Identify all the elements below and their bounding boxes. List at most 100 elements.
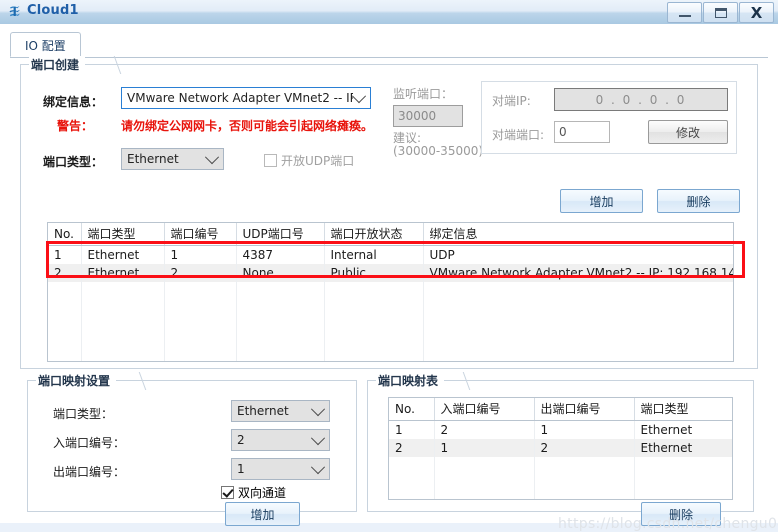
cell-state: Internal — [324, 245, 424, 264]
port-table-col-no[interactable]: No. — [48, 223, 82, 246]
add-port-button[interactable]: 增加 — [560, 189, 643, 213]
port-map-table-group: 端口映射表 No. 入端口编号 出端口编号 端口类型 1 2 1 Etherne… — [367, 372, 754, 512]
cell-type: Ethernet — [634, 439, 732, 457]
application-window: Cloud1 X IO 配置 端口创建 绑定信息： VMware Network… — [0, 0, 778, 532]
delete-port-button[interactable]: 删除 — [657, 189, 740, 213]
port-map-settings-title: 端口映射设置 — [36, 372, 117, 389]
map-table-col-out[interactable]: 出端口编号 — [534, 398, 635, 421]
map-out-port-combo[interactable]: 1 — [231, 458, 330, 480]
cell-number: 2 — [164, 264, 237, 282]
port-table-col-udp[interactable]: UDP端口号 — [236, 223, 325, 246]
table-row-empty — [48, 304, 733, 326]
table-row-empty — [389, 479, 732, 499]
open-udp-port-label: 开放UDP端口 — [281, 154, 355, 168]
chevron-down-icon — [204, 149, 220, 169]
bind-info-combo[interactable]: VMware Network Adapter VMnet2 -- IP: 192… — [121, 87, 371, 109]
port-map-settings-group: 端口映射设置 端口类型： Ethernet 入端口编号： 2 出端口编号： 1 … — [27, 372, 357, 512]
cell-udp: 4387 — [236, 245, 325, 264]
close-button[interactable]: X — [739, 2, 774, 23]
map-in-port-value: 2 — [237, 433, 245, 447]
listen-port-value: 30000 — [398, 109, 437, 123]
chevron-down-icon — [310, 430, 326, 450]
port-table-col-number[interactable]: 端口编号 — [164, 223, 237, 246]
group-title-decoration — [95, 56, 122, 74]
map-out-port-value: 1 — [237, 462, 245, 476]
tab-io-config[interactable]: IO 配置 — [10, 32, 81, 57]
cell-type: Ethernet — [81, 264, 165, 282]
warning-text: 请勿绑定公网网卡，否则可能会引起网络瘫痪。 — [121, 119, 374, 133]
map-table-col-no[interactable]: No. — [389, 398, 435, 421]
minimize-icon — [678, 14, 691, 17]
listen-port-input[interactable]: 30000 — [393, 105, 463, 127]
listen-port-label: 监听端口： — [393, 87, 454, 101]
peer-ip-value: 0 . 0 . 0 . 0 — [595, 92, 687, 107]
cell-bind: UDP — [429, 248, 455, 262]
cell-bind: VMware Network Adapter VMnet2 -- IP: 192… — [423, 264, 733, 282]
map-port-type-value: Ethernet — [237, 404, 289, 418]
port-table-element: No. 端口类型 端口编号 UDP端口号 端口开放状态 绑定信息 1 Ether… — [48, 223, 733, 361]
peer-port-label: 对端端口: — [492, 128, 545, 142]
map-table-col-in[interactable]: 入端口编号 — [434, 398, 535, 421]
port-table-col-state[interactable]: 端口开放状态 — [324, 223, 424, 246]
port-table-header-row: No. 端口类型 端口编号 UDP端口号 端口开放状态 绑定信息 — [48, 223, 733, 246]
table-row-empty — [48, 348, 733, 361]
port-map-table[interactable]: No. 入端口编号 出端口编号 端口类型 1 2 1 Ethernet 2 1 … — [388, 397, 733, 500]
cell-out: 2 — [534, 439, 635, 457]
open-udp-port-checkbox[interactable]: 开放UDP端口 — [264, 152, 354, 169]
port-table-col-type[interactable]: 端口类型 — [81, 223, 165, 246]
peer-ip-label: 对端IP: — [492, 94, 531, 108]
peer-port-value: 0 — [559, 125, 567, 139]
peer-port-input[interactable]: 0 — [554, 121, 610, 143]
map-add-button[interactable]: 增加 — [225, 502, 300, 526]
port-table[interactable]: No. 端口类型 端口编号 UDP端口号 端口开放状态 绑定信息 1 Ether… — [47, 222, 734, 362]
peer-ip-input[interactable]: 0 . 0 . 0 . 0 — [554, 88, 728, 111]
port-type-combo[interactable]: Ethernet — [121, 148, 224, 170]
map-table-col-type[interactable]: 端口类型 — [634, 398, 732, 421]
port-type-label: 端口类型： — [43, 155, 104, 169]
port-map-table-element: No. 入端口编号 出端口编号 端口类型 1 2 1 Ethernet 2 1 … — [389, 398, 732, 499]
map-in-port-combo[interactable]: 2 — [231, 429, 330, 451]
cell-state: Public — [324, 264, 424, 282]
table-row[interactable]: 2 Ethernet 2 None Public VMware Network … — [48, 264, 733, 282]
table-row[interactable]: 1 2 1 Ethernet — [389, 420, 732, 439]
bidirectional-channel-checkbox[interactable]: 双向通道 — [221, 484, 286, 501]
table-row-empty — [48, 282, 733, 304]
map-port-type-label: 端口类型： — [53, 407, 114, 421]
port-table-col-bind[interactable]: 绑定信息 — [423, 223, 733, 246]
group-title-decoration — [120, 372, 147, 390]
map-port-type-combo[interactable]: Ethernet — [231, 400, 330, 422]
bind-info-value: VMware Network Adapter VMnet2 -- IP: 192… — [127, 91, 353, 105]
map-in-port-label: 入端口编号： — [53, 436, 126, 450]
chevron-down-icon — [310, 401, 326, 421]
cell-udp: None — [236, 264, 325, 282]
group-title-decoration — [444, 372, 471, 390]
cell-type: Ethernet — [640, 423, 693, 437]
minimize-button[interactable] — [667, 2, 702, 23]
maximize-icon — [714, 7, 727, 18]
cell-out: 1 — [534, 420, 635, 439]
cell-no: 2 — [48, 264, 82, 282]
tab-strip: IO 配置 — [10, 32, 768, 58]
chevron-down-icon — [310, 459, 326, 479]
port-create-group-title: 端口创建 — [29, 56, 86, 73]
port-create-group: 端口创建 绑定信息： VMware Network Adapter VMnet2… — [20, 56, 758, 369]
checkbox-box — [221, 486, 234, 499]
cell-type: Ethernet — [81, 245, 165, 264]
modify-button[interactable]: 修改 — [648, 120, 728, 144]
window-controls: X — [666, 2, 774, 23]
port-type-value: Ethernet — [127, 152, 179, 166]
table-row-empty — [48, 326, 733, 348]
cell-no: 2 — [389, 439, 435, 457]
maximize-button[interactable] — [703, 2, 738, 23]
table-row-empty — [389, 457, 732, 479]
table-row[interactable]: 1 Ethernet 1 4387 Internal UDP — [48, 245, 733, 264]
client-area: IO 配置 端口创建 绑定信息： VMware Network Adapter … — [0, 24, 778, 532]
port-map-table-title: 端口映射表 — [376, 372, 445, 389]
map-table-header-row: No. 入端口编号 出端口编号 端口类型 — [389, 398, 732, 421]
bind-info-label: 绑定信息： — [43, 95, 104, 109]
warning-label: 警告： — [57, 119, 94, 133]
cell-no: 1 — [389, 420, 435, 439]
cell-in: 2 — [434, 420, 535, 439]
peer-endpoint-group: 对端IP: 0 . 0 . 0 . 0 对端端口: 0 修改 — [481, 81, 737, 154]
table-row[interactable]: 2 1 2 Ethernet — [389, 439, 732, 457]
